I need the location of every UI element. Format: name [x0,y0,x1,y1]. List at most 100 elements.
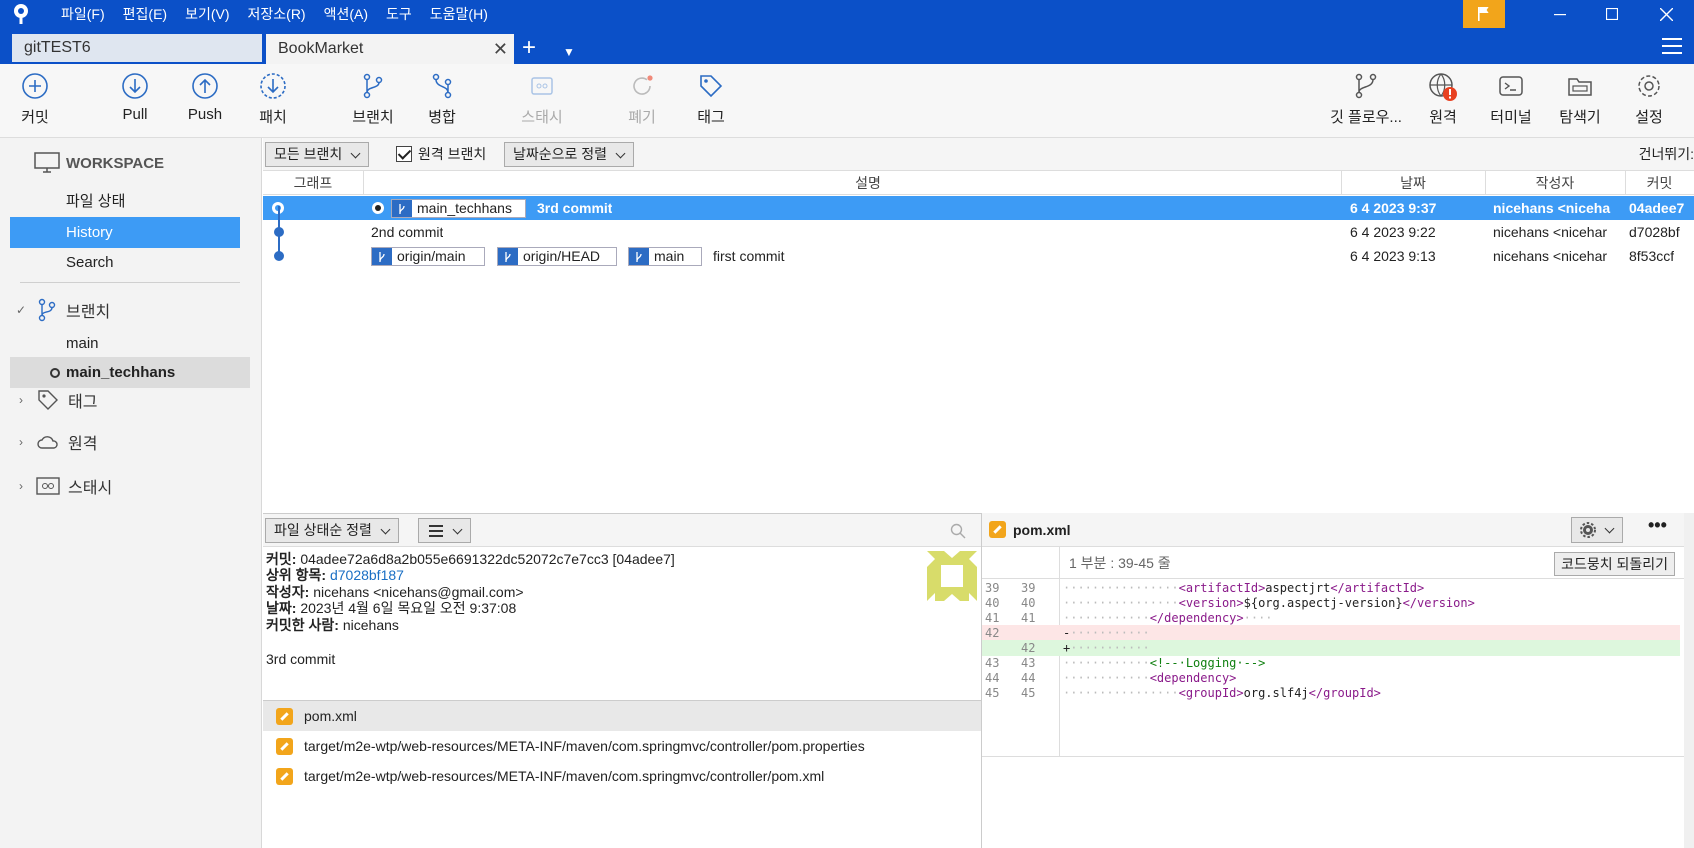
settings-button[interactable]: 설정 [1614,72,1684,127]
new-line-number: 43 [1021,656,1036,670]
vertical-scrollbar[interactable] [1684,513,1694,848]
remote-branches-checkbox[interactable] [396,146,412,162]
diff-line: 40 40 ················<version>${org.aspec… [982,595,1680,611]
sidebar-section-label: 원격 [68,436,98,453]
chevron-right-icon: › [19,479,23,493]
code-text: ············</dependency>···· [1063,611,1273,625]
branch-tag[interactable]: origin/HEAD [497,247,617,266]
column-author[interactable]: 작성자 [1485,171,1625,195]
add-tab-button[interactable]: + [522,34,536,62]
search-icon[interactable] [950,523,966,539]
history-filter-bar: 모든 브랜치 원격 브랜치 날짜순으로 정렬 건너뛰기: [263,138,1694,171]
remote-button[interactable]: 원격 [1408,72,1478,129]
sidebar-section-tags[interactable]: › 태그 [14,388,97,412]
merge-button[interactable]: 병합 [407,72,477,127]
sidebar-section-remotes[interactable]: › 원격 [14,430,97,454]
explorer-button[interactable]: 탐색기 [1545,72,1615,127]
branch-tag-label: origin/HEAD [523,248,601,264]
sidebar-section-stashes[interactable]: › 스태시 [14,474,112,498]
diff-line: 42 -··········· [982,625,1680,641]
commit-date: 6 4 2023 9:13 [1350,248,1436,264]
menu-view[interactable]: 보기(V) [176,0,238,28]
flag-button[interactable] [1463,0,1505,28]
flag-icon [1478,7,1489,21]
branch-tag[interactable]: main [628,247,702,266]
cloud-icon [37,436,58,449]
modified-file-icon [989,521,1006,538]
menu-edit[interactable]: 편집(E) [114,0,176,28]
remote-branches-label: 원격 브랜치 [418,146,487,162]
pull-icon [122,73,148,99]
revert-hunk-button[interactable]: 코드뭉치 되돌리기 [1554,552,1675,576]
push-button[interactable]: Push [170,72,240,123]
diff-line: 39 39 ················<artifactId>aspectjr… [982,580,1680,596]
pull-button[interactable]: Pull [100,72,170,123]
hamburger-menu-icon[interactable] [1662,38,1682,59]
diff-line: 41 41 ············</dependency>···· [982,610,1680,626]
diff-options-dropdown[interactable] [1571,517,1623,543]
author-label: 작성자: [266,583,310,600]
sidebar-item-branch-main-techhans[interactable]: main_techhans [10,357,250,388]
branch-button[interactable]: 브랜치 [338,72,408,127]
table-row[interactable]: main_techhans 3rd commit 6 4 2023 9:37 n… [263,196,1694,220]
tab-list-dropdown-icon[interactable]: ▼ [563,38,575,66]
maximize-button[interactable] [1584,0,1640,28]
branch-icon [392,200,412,217]
column-graph[interactable]: 그래프 [263,171,363,195]
list-item[interactable]: target/m2e-wtp/web-resources/META-INF/ma… [263,731,981,761]
discard-button[interactable]: 폐기 [607,72,677,127]
column-description[interactable]: 설명 [363,171,1373,195]
branch-tag-label: origin/main [397,248,466,264]
view-mode-dropdown[interactable] [418,518,471,543]
sidebar-item-history[interactable]: History [10,217,240,248]
dropdown-value: 날짜순으로 정렬 [513,146,608,162]
tab-bookmarket[interactable]: BookMarket ✕ [266,34,514,64]
date-value: 2023년 4월 6일 목요일 오전 9:37:08 [300,600,517,617]
file-sort-dropdown[interactable]: 파일 상태순 정렬 [265,518,399,543]
menu-file[interactable]: 파일(F) [52,0,114,28]
dropdown-value: 모든 브랜치 [274,146,343,162]
list-item[interactable]: pom.xml [263,701,981,731]
column-commit[interactable]: 커밋 [1625,171,1694,195]
menu-help[interactable]: 도움말(H) [421,0,497,28]
column-date[interactable]: 날짜 [1341,171,1485,195]
branch-tag[interactable]: main_techhans [391,199,526,218]
sidebar-item-branch-main[interactable]: main [10,328,240,359]
new-line-number: 42 [1021,641,1036,655]
menu-repository[interactable]: 저장소(R) [239,0,315,28]
menu-actions[interactable]: 액션(A) [315,0,377,28]
more-options-icon[interactable]: ••• [1648,515,1667,536]
commit-label: 커밋 [21,109,49,126]
commit-button[interactable]: 커밋 [0,72,70,127]
branch-tag[interactable]: origin/main [371,247,485,266]
commit-description: 3rd commit [537,200,613,216]
gitflow-button[interactable]: 깃 플로우... [1324,72,1408,127]
table-row[interactable]: origin/main origin/HEAD main first commi… [263,244,1694,268]
sidebar-item-file-status[interactable]: 파일 상태 [10,186,240,217]
branch-filter-dropdown[interactable]: 모든 브랜치 [265,142,370,167]
table-row[interactable]: 2nd commit 6 4 2023 9:22 nicehans <niceh… [263,220,1694,244]
patch-label: 패치 [259,109,287,126]
minimize-button[interactable] [1532,0,1588,28]
sort-dropdown[interactable]: 날짜순으로 정렬 [504,142,635,167]
menu-tools[interactable]: 도구 [377,0,421,28]
sidebar-section-label: 태그 [68,394,98,411]
dropdown-value: 파일 상태순 정렬 [274,522,372,538]
tab-gittest6[interactable]: gitTEST6 [12,34,262,62]
parent-commit-link[interactable]: d7028bf187 [330,567,404,583]
tab-close-icon[interactable]: ✕ [493,34,508,64]
sidebar-section-branches[interactable]: ✓ 브랜치 [14,298,110,322]
gear-icon [1580,522,1596,538]
tag-icon [700,75,723,98]
commit-details: 커밋: 04adee72a6d8a2b055e6691322dc52072c7e… [266,551,916,667]
terminal-button[interactable]: 터미널 [1476,72,1546,127]
list-item[interactable]: target/m2e-wtp/web-resources/META-INF/ma… [263,761,981,791]
file-path: pom.xml [304,708,357,724]
history-table-header: 그래프 설명 날짜 작성자 커밋 [263,171,1694,195]
sidebar-item-search[interactable]: Search [10,247,240,278]
modified-file-icon [276,768,293,785]
stash-button[interactable]: 스태시 [507,72,577,127]
tag-button[interactable]: 태그 [676,72,746,127]
patch-button[interactable]: 패치 [238,72,308,127]
close-window-button[interactable] [1638,0,1694,28]
